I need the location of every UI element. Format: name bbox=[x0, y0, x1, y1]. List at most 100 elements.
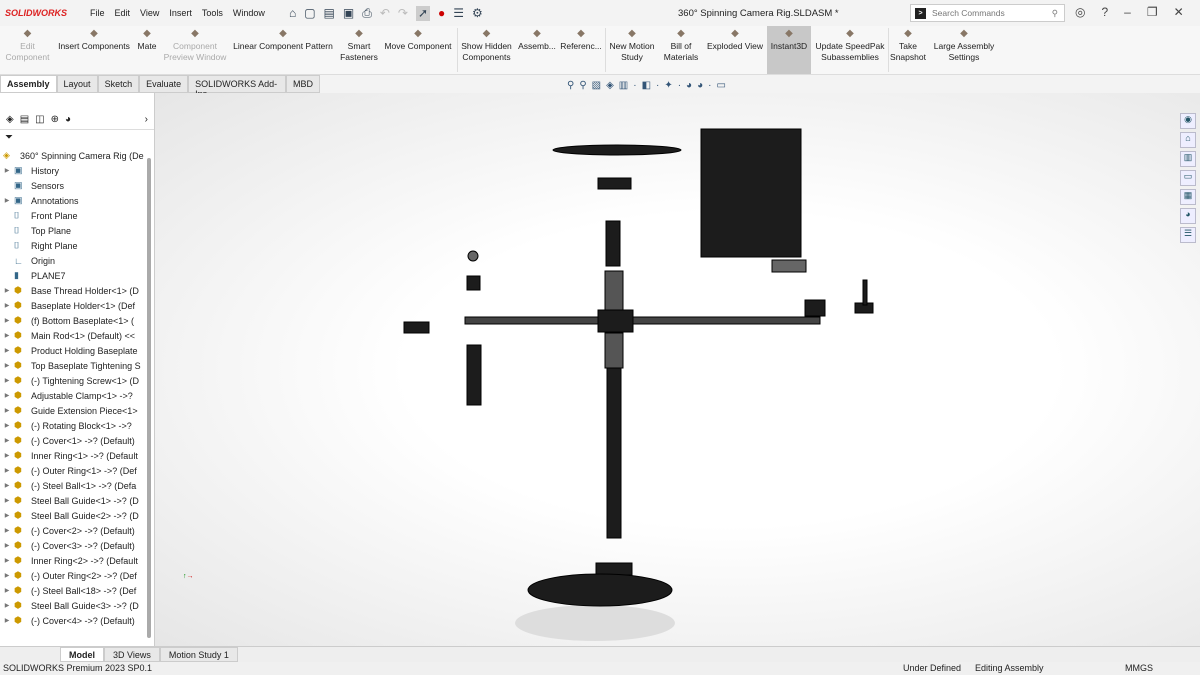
tree-item[interactable]: ▶ ⬢ Steel Ball Guide<1> ->? (D bbox=[0, 493, 148, 508]
expand-arrow-icon[interactable]: ▶ bbox=[0, 422, 14, 429]
expand-arrow-icon[interactable]: ▶ bbox=[0, 467, 14, 474]
home-icon[interactable]: ⌂ bbox=[289, 6, 296, 21]
search-input[interactable]: > Search Commands ⚲ bbox=[910, 4, 1065, 22]
tree-item[interactable]: ▶ ⬢ Product Holding Baseplate bbox=[0, 343, 148, 358]
tab-3d-views[interactable]: 3D Views bbox=[104, 647, 160, 662]
expand-arrow-icon[interactable]: ▶ bbox=[0, 167, 14, 174]
tree-item[interactable]: ⌷ Right Plane bbox=[0, 238, 148, 253]
user-icon[interactable]: ◎ bbox=[1075, 5, 1085, 19]
configuration-icon[interactable]: ◫ bbox=[35, 114, 44, 125]
close-icon[interactable]: ✕ bbox=[1174, 5, 1184, 19]
assembly-model[interactable] bbox=[155, 93, 1200, 646]
tab-evaluate[interactable]: Evaluate bbox=[139, 75, 189, 93]
filter-icon[interactable]: ⏷ bbox=[0, 130, 154, 145]
tree-item[interactable]: ▶ ⬢ (f) Bottom Baseplate<1> ( bbox=[0, 313, 148, 328]
restore-icon[interactable]: ❐ bbox=[1147, 5, 1158, 19]
tree-item[interactable]: ⌷ Front Plane bbox=[0, 208, 148, 223]
expand-arrow-icon[interactable]: ▶ bbox=[0, 317, 14, 324]
tree-item[interactable]: ▶ ⬢ (-) Outer Ring<1> ->? (Def bbox=[0, 463, 148, 478]
expand-arrow-icon[interactable]: ▶ bbox=[0, 392, 14, 399]
expand-arrow-icon[interactable]: ▶ bbox=[0, 602, 14, 609]
tree-item[interactable]: ▶ ⬢ Steel Ball Guide<3> ->? (D bbox=[0, 598, 148, 613]
tree-item[interactable]: ▶ ⬢ (-) Steel Ball<1> ->? (Defa bbox=[0, 478, 148, 493]
print-icon[interactable]: ⎙ bbox=[362, 6, 372, 21]
tree-scrollbar[interactable] bbox=[147, 158, 151, 638]
tree-root[interactable]: ◈ 360° Spinning Camera Rig (De bbox=[0, 148, 148, 163]
menu-window[interactable]: Window bbox=[233, 8, 265, 18]
ribbon-exploded-view[interactable]: ◆ Exploded View bbox=[704, 26, 766, 74]
ribbon-bill-of-materials[interactable]: ◆ Bill of Materials bbox=[660, 26, 702, 74]
ribbon-edit-component[interactable]: ◆ Edit Component bbox=[0, 26, 55, 74]
tree-item[interactable]: ▶ ⬢ Steel Ball Guide<2> ->? (D bbox=[0, 508, 148, 523]
tree-item[interactable]: ▶ ⬢ Guide Extension Piece<1> bbox=[0, 403, 148, 418]
expand-arrow-icon[interactable]: ▶ bbox=[0, 497, 14, 504]
ribbon-instant3d[interactable]: ◆ Instant3D bbox=[767, 26, 811, 74]
tree-item[interactable]: ⌷ Top Plane bbox=[0, 223, 148, 238]
select-icon[interactable]: ➚ bbox=[415, 5, 431, 21]
tree-item[interactable]: ▶ ▣ Annotations bbox=[0, 193, 148, 208]
property-manager-icon[interactable]: ▤ bbox=[20, 114, 29, 125]
menu-file[interactable]: File bbox=[90, 8, 105, 18]
ribbon-show-hidden-components[interactable]: ◆ Show Hidden Components bbox=[458, 26, 515, 74]
feature-tree-icon[interactable]: ◈ bbox=[6, 114, 14, 125]
expand-arrow-icon[interactable]: ▶ bbox=[0, 587, 14, 594]
gear-icon[interactable]: ⚙ bbox=[472, 6, 483, 21]
file-properties-icon[interactable]: ☰ bbox=[453, 6, 464, 21]
expand-arrow-icon[interactable]: ▶ bbox=[0, 347, 14, 354]
expand-arrow-icon[interactable]: ▶ bbox=[0, 482, 14, 489]
menu-edit[interactable]: Edit bbox=[115, 8, 131, 18]
expand-arrow-icon[interactable]: ▶ bbox=[0, 617, 14, 624]
tab-scroll-arrows[interactable] bbox=[0, 647, 60, 662]
expand-arrow-icon[interactable]: ▶ bbox=[0, 527, 14, 534]
heads-up-toolbar[interactable]: ⚲⚲▧◈▥·◧·✦·◕◕·▭ bbox=[567, 80, 731, 91]
tree-item[interactable]: ▶ ⬢ (-) Cover<3> ->? (Default) bbox=[0, 538, 148, 553]
expand-arrow-icon[interactable]: ▶ bbox=[0, 377, 14, 384]
expand-arrow-icon[interactable]: ▶ bbox=[0, 287, 14, 294]
tree-item[interactable]: ▶ ⬢ Base Thread Holder<1> (D bbox=[0, 283, 148, 298]
graphics-area[interactable]: ⚲⚲▧◈▥·◧·✦·◕◕·▭ ◉ ⌂ ▥ ▭ ▦ ◕ ☰ ↑→ bbox=[155, 80, 1200, 646]
tree-item[interactable]: ▶ ⬢ Main Rod<1> (Default) << bbox=[0, 328, 148, 343]
expand-arrow-icon[interactable]: ▶ bbox=[0, 437, 14, 444]
expand-arrow-icon[interactable]: ▶ bbox=[0, 542, 14, 549]
tab-motion-study-1[interactable]: Motion Study 1 bbox=[159, 647, 238, 662]
tree-item[interactable]: ▶ ⬢ (-) Tightening Screw<1> (D bbox=[0, 373, 148, 388]
ribbon-insert-components[interactable]: ◆ Insert Components bbox=[55, 26, 133, 74]
tree-item[interactable]: ▶ ⬢ (-) Rotating Block<1> ->? bbox=[0, 418, 148, 433]
expand-arrow-icon[interactable]: ▶ bbox=[0, 572, 14, 579]
ribbon-new-motion-study[interactable]: ◆ New Motion Study bbox=[606, 26, 658, 74]
ribbon-large-assembly-settings[interactable]: ◆ Large Assembly Settings bbox=[930, 26, 998, 74]
expand-icon[interactable]: › bbox=[145, 114, 148, 125]
tree-item[interactable]: ▶ ⬢ (-) Outer Ring<2> ->? (Def bbox=[0, 568, 148, 583]
search-icon[interactable]: ⚲ bbox=[1052, 8, 1058, 19]
minimize-icon[interactable]: – bbox=[1124, 5, 1131, 19]
expand-arrow-icon[interactable]: ▶ bbox=[0, 452, 14, 459]
tab-layout[interactable]: Layout bbox=[56, 75, 98, 93]
ribbon-assemb-[interactable]: ◆ Assemb... bbox=[517, 26, 557, 74]
expand-arrow-icon[interactable]: ▶ bbox=[0, 302, 14, 309]
help-icon[interactable]: ? bbox=[1101, 5, 1108, 19]
expand-arrow-icon[interactable]: ▶ bbox=[0, 557, 14, 564]
tree-item[interactable]: ▶ ⬢ Inner Ring<1> ->? (Default bbox=[0, 448, 148, 463]
ribbon-linear-component-pattern[interactable]: ◆ Linear Component Pattern bbox=[228, 26, 338, 74]
tree-item[interactable]: ▶ ⬢ (-) Cover<2> ->? (Default) bbox=[0, 523, 148, 538]
ribbon-update-speedpak-subassemblies[interactable]: ◆ Update SpeedPak Subassemblies bbox=[813, 26, 887, 74]
ribbon-take-snapshot[interactable]: ◆ Take Snapshot bbox=[888, 26, 928, 74]
ribbon-component-preview-window[interactable]: ◆ Component Preview Window bbox=[163, 26, 227, 74]
tree-item[interactable]: ▶ ⬢ (-) Steel Ball<18> ->? (Def bbox=[0, 583, 148, 598]
tree-item[interactable]: ▮ PLANE7 bbox=[0, 268, 148, 283]
menu-view[interactable]: View bbox=[140, 8, 159, 18]
tree-item[interactable]: ∟ Origin bbox=[0, 253, 148, 268]
menu-tools[interactable]: Tools bbox=[202, 8, 223, 18]
tab-mbd[interactable]: MBD bbox=[286, 75, 320, 93]
tree-item[interactable]: ▶ ⬢ Inner Ring<2> ->? (Default bbox=[0, 553, 148, 568]
undo-icon[interactable]: ↶ bbox=[380, 6, 390, 21]
display-manager-icon[interactable]: ◕ bbox=[65, 114, 71, 125]
tab-solidworks-add-ins[interactable]: SOLIDWORKS Add-Ins bbox=[188, 75, 286, 99]
tree-item[interactable]: ▶ ▣ History bbox=[0, 163, 148, 178]
expand-arrow-icon[interactable]: ▶ bbox=[0, 512, 14, 519]
units-selector[interactable]: MMGS bbox=[1125, 663, 1153, 673]
menu-insert[interactable]: Insert bbox=[169, 8, 192, 18]
tree-item[interactable]: ▶ ⬢ (-) Cover<4> ->? (Default) bbox=[0, 613, 148, 628]
tree-item[interactable]: ▶ ⬢ Baseplate Holder<1> (Def bbox=[0, 298, 148, 313]
ribbon-move-component[interactable]: ◆ Move Component bbox=[380, 26, 456, 74]
